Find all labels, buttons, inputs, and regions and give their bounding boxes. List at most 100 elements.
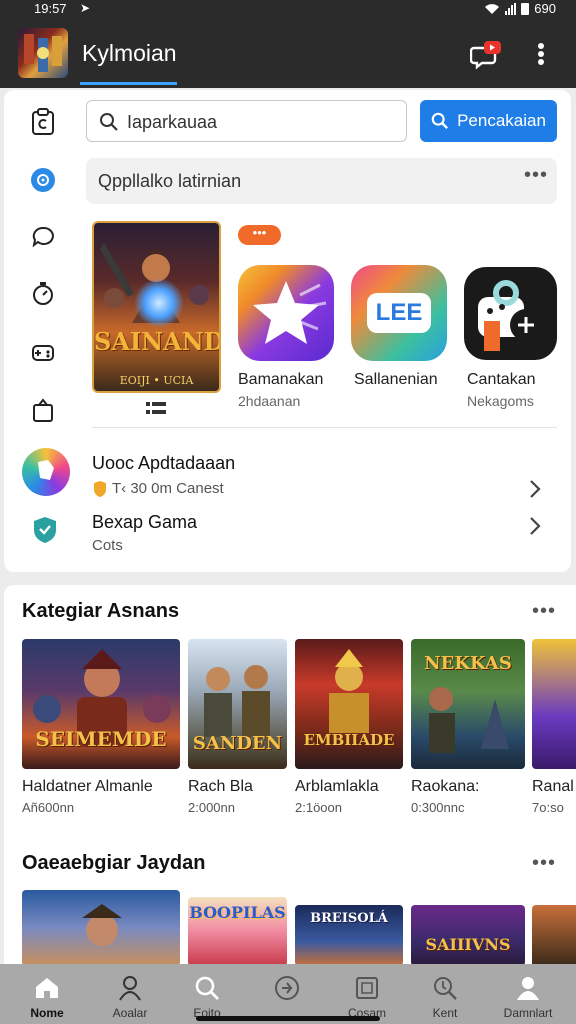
title-underline [80,82,177,85]
puzzle-app-icon [478,280,542,351]
battery-icon [521,2,530,15]
game-card[interactable]: SAIIIVNS [411,905,525,966]
chat-notification-icon [469,41,501,70]
clipboard-icon[interactable] [28,107,58,137]
game-art-title: SEIMEMDE [35,727,167,751]
game-sub: 0:300nnc [411,800,465,815]
app-name: Sallanenian [354,371,438,388]
suggestion-more-icon[interactable]: ••• [524,165,548,185]
bottom-nav: Nome Aoalar Eoito Cosam Kent Damnlart [0,964,576,1024]
explore-icon[interactable] [28,165,58,195]
shield-icon[interactable] [32,516,58,544]
chevron-right-icon[interactable] [525,477,545,501]
list-item-sub: T‹ 30 0m Canest [112,480,224,497]
gamepad-icon[interactable] [28,337,58,367]
status-time: 19:57 [34,1,67,16]
section-more-icon[interactable]: ••• [532,853,556,873]
list-item-title[interactable]: Uooc Apdtadaaan [92,453,235,474]
app-bar: Kylmoian [0,18,576,88]
game-card[interactable]: SEIMEMDE [22,639,180,769]
chevron-right-icon[interactable] [525,514,545,538]
home-icon [32,974,62,1002]
person-icon [115,974,145,1002]
app-sub: 2hdaanan [238,393,301,409]
game-name: Raokana: [411,778,480,795]
game-card[interactable]: EMBIIADE [295,639,403,769]
account-icon [513,974,543,1002]
nav-item-aoalar[interactable]: Aoalar [89,964,171,1024]
nav-label: Aoalar [112,1006,148,1020]
game-name: Haldatner Almanle [22,778,153,795]
app-name: Bamanakan [238,371,324,388]
search-button[interactable]: Pencakaian [420,100,557,142]
list-view-icon[interactable] [146,402,166,416]
game-sub: 7o:so [532,800,564,815]
game-card[interactable]: NEKKAS [411,639,525,769]
game-card[interactable]: BREISOLÁ [295,905,403,966]
nav-item-compass[interactable] [246,964,328,1024]
search-icon [100,113,118,131]
game-card[interactable] [532,639,576,769]
shield-badge-icon [94,481,106,497]
game-art-title: NEKKAS [424,653,512,674]
nav-item-home[interactable]: Nome [6,964,88,1024]
nav-item-kent[interactable]: Kent [404,964,486,1024]
game-art-title: EMBIIADE [303,731,395,749]
lee-app-icon-text: LEE [367,293,431,333]
signal-icon [505,2,517,15]
section-title: Kategiar Asnans [22,600,180,622]
search-button-label: Pencakaian [457,111,546,130]
featured-game-poster[interactable]: SAINANDE EOIJI • UCIA [92,221,221,393]
game-card[interactable]: BOOPILAS [188,897,287,966]
game-card[interactable] [532,905,576,966]
poster-glow [134,278,184,328]
star-app-icon [253,281,327,344]
section-more-icon[interactable]: ••• [532,601,556,621]
update-app-icon[interactable] [22,448,70,496]
timer-icon[interactable] [28,279,58,309]
game-card[interactable] [22,890,180,966]
search-icon [192,974,222,1002]
compass-icon [272,974,302,1002]
game-art-title: BOOPILAS [189,903,286,922]
location-icon: ➤ [80,1,91,15]
nav-item-cosam[interactable]: Cosam [326,964,408,1024]
game-name: Ranal [532,778,574,795]
poster-title: SAINANDE [94,327,219,356]
app-avatar[interactable] [18,28,68,78]
search-input[interactable] [127,109,397,135]
status-bar: 19:57 ➤ 690 [0,0,576,18]
suggestion-bar[interactable]: Qppllalko latirnian ••• [86,158,557,204]
game-art-title: SANDEN [192,733,283,754]
app-tile-sallanenian[interactable]: LEE [351,265,447,361]
search-box[interactable] [86,100,407,142]
bag-icon[interactable] [28,395,58,425]
app-tile-cantakan[interactable] [464,267,557,360]
notification-button[interactable] [469,38,504,70]
more-badge[interactable]: ••• [238,225,281,245]
nav-label: Kent [432,1006,458,1020]
nav-item-damnlart[interactable]: Damnlart [487,964,569,1024]
home-indicator [196,1016,380,1021]
game-sub: Añ600nn [22,800,75,815]
nav-item-eoito[interactable]: Eoito [166,964,248,1024]
more-options-button[interactable] [530,38,552,70]
app-tile-bamanakan[interactable] [238,265,334,361]
list-item-title[interactable]: Bexap Gama [92,512,197,533]
divider [92,427,557,428]
game-sub: 2:1öoon [295,800,342,815]
app-name: Cantakan [467,371,536,388]
magnifier-icon [430,974,460,1002]
chat-icon[interactable] [28,222,58,252]
book-icon [352,974,382,1002]
game-sub: 2:000nn [188,800,235,815]
nav-label: Nome [30,1006,64,1020]
game-card[interactable]: SANDEN [188,639,287,769]
search-button-icon [431,112,449,130]
game-art-title: SAIIIVNS [425,935,511,954]
wifi-icon [485,3,500,14]
more-vertical-icon [538,43,544,65]
suggestion-text: Qppllalko latirnian [98,171,242,191]
section-title: Oaeaebgiar Jaydan [22,852,206,874]
app-title: Kylmoian [82,40,177,66]
